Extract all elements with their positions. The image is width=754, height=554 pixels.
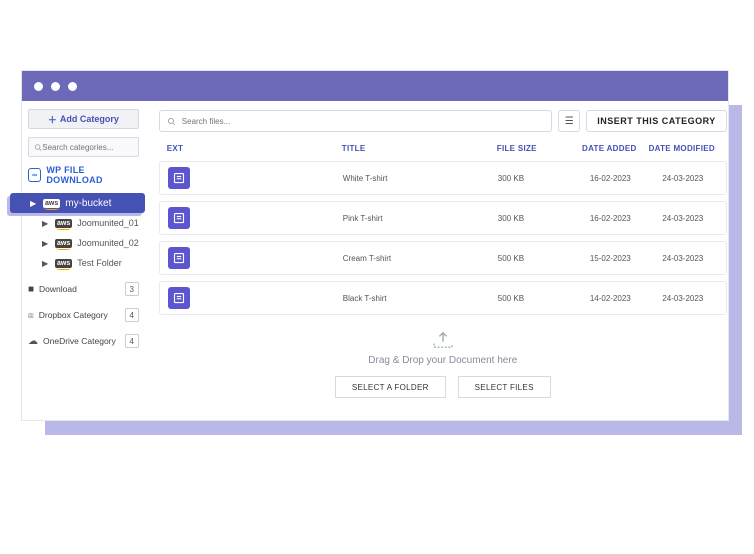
count-badge: 3: [125, 282, 139, 296]
search-categories-field[interactable]: [42, 143, 133, 152]
search-files-container[interactable]: [159, 110, 552, 132]
sidebar-item-label: Dropbox Category: [39, 310, 108, 320]
sidebar-item-label: Download: [39, 284, 77, 294]
search-icon: [34, 143, 42, 152]
sidebar-item-dropbox[interactable]: ⧈ Dropbox Category 4: [28, 305, 139, 325]
sidebar-item-label: my-bucket: [65, 198, 111, 209]
insert-category-button[interactable]: INSERT THIS CATEGORY: [586, 110, 727, 132]
cell-title: Black T-shirt: [343, 294, 498, 303]
table-header: EXT TITLE FILE SIZE DATE ADDED DATE MODI…: [159, 144, 727, 153]
dropzone[interactable]: Drag & Drop your Document here SELECT A …: [159, 321, 727, 402]
sidebar-item-onedrive[interactable]: ☁ OneDrive Category 4: [28, 331, 139, 351]
sidebar-subtree: ▶ aws Joomunited_01 ▶ aws Joomunited_02 …: [28, 213, 139, 273]
select-folder-button[interactable]: SELECT A FOLDER: [335, 376, 446, 398]
table-row[interactable]: Pink T-shirt300 KB16-02-202324-03-2023: [159, 201, 727, 235]
sliders-icon: ☰: [565, 116, 574, 127]
col-added-header[interactable]: DATE ADDED: [572, 144, 647, 153]
count-badge: 4: [125, 308, 139, 322]
toolbar: ☰ INSERT THIS CATEGORY: [159, 110, 727, 132]
main-panel: ☰ INSERT THIS CATEGORY EXT TITLE FILE SI…: [145, 101, 741, 420]
file-icon: [168, 207, 190, 229]
table-row[interactable]: Black T-shirt500 KB14-02-202324-03-2023: [159, 281, 727, 315]
file-icon: [168, 287, 190, 309]
chevron-right-icon: ▶: [42, 239, 50, 248]
cell-title: Cream T-shirt: [343, 254, 498, 263]
cell-title: White T-shirt: [343, 174, 498, 183]
col-title-header[interactable]: TITLE: [342, 144, 497, 153]
cell-modified: 24-03-2023: [648, 294, 718, 303]
table-body: White T-shirt300 KB16-02-202324-03-2023P…: [159, 161, 727, 315]
table-row[interactable]: Cream T-shirt500 KB15-02-202324-03-2023: [159, 241, 727, 275]
cell-added: 16-02-2023: [573, 174, 648, 183]
cell-modified: 24-03-2023: [648, 214, 718, 223]
wp-title-label: WP FILE DOWNLOAD: [46, 165, 138, 185]
aws-icon: aws: [43, 199, 60, 208]
search-files-input[interactable]: [182, 117, 544, 126]
cell-size: 300 KB: [498, 174, 573, 183]
chevron-right-icon: ▶: [42, 219, 50, 228]
cell-added: 15-02-2023: [573, 254, 648, 263]
add-category-label: Add Category: [60, 114, 119, 124]
col-ext-header[interactable]: EXT: [167, 144, 342, 153]
col-modified-header[interactable]: DATE MODIFIED: [647, 144, 717, 153]
upload-icon: [159, 331, 727, 349]
cell-size: 300 KB: [498, 214, 573, 223]
sidebar-item-download[interactable]: ■ Download 3: [28, 279, 139, 299]
sidebar-item-label: Joomunited_01: [77, 218, 139, 228]
sidebar-item-my-bucket[interactable]: ▶ aws my-bucket: [10, 193, 145, 213]
wp-file-download-header[interactable]: ∞ WP FILE DOWNLOAD: [28, 163, 139, 187]
add-category-button[interactable]: ＋ Add Category: [28, 109, 139, 129]
plus-icon: ＋: [48, 113, 57, 126]
window-titlebar: [22, 71, 728, 101]
folder-icon: ■: [28, 284, 34, 295]
aws-icon: aws: [55, 239, 72, 248]
sidebar-item-joomunited-01[interactable]: ▶ aws Joomunited_01: [28, 213, 139, 233]
app-window: ＋ Add Category ∞ WP FILE DOWNLOAD ▶ aws …: [21, 70, 729, 421]
sidebar: ＋ Add Category ∞ WP FILE DOWNLOAD ▶ aws …: [22, 101, 145, 420]
window-dot[interactable]: [68, 82, 77, 91]
count-badge: 4: [125, 334, 139, 348]
aws-icon: aws: [55, 219, 72, 228]
wp-logo-icon: ∞: [28, 168, 41, 182]
cloud-icon: ☁: [28, 336, 38, 347]
sidebar-item-label: OneDrive Category: [43, 336, 116, 346]
sidebar-item-test-folder[interactable]: ▶ aws Test Folder: [28, 253, 139, 273]
select-files-button[interactable]: SELECT FILES: [458, 376, 551, 398]
cell-size: 500 KB: [498, 254, 573, 263]
cell-added: 16-02-2023: [573, 214, 648, 223]
table-row[interactable]: White T-shirt300 KB16-02-202324-03-2023: [159, 161, 727, 195]
chevron-right-icon: ▶: [30, 199, 38, 208]
search-categories-input[interactable]: [28, 137, 139, 157]
cell-modified: 24-03-2023: [648, 174, 718, 183]
file-icon: [168, 247, 190, 269]
chevron-right-icon: ▶: [42, 259, 50, 268]
window-dot[interactable]: [34, 82, 43, 91]
sidebar-item-label: Test Folder: [77, 258, 122, 268]
sidebar-item-label: Joomunited_02: [77, 238, 139, 248]
cell-size: 500 KB: [498, 294, 573, 303]
col-size-header[interactable]: FILE SIZE: [497, 144, 572, 153]
cell-modified: 24-03-2023: [648, 254, 718, 263]
aws-icon: aws: [55, 259, 72, 268]
cell-title: Pink T-shirt: [343, 214, 498, 223]
sidebar-item-joomunited-02[interactable]: ▶ aws Joomunited_02: [28, 233, 139, 253]
window-dot[interactable]: [51, 82, 60, 91]
filter-button[interactable]: ☰: [558, 110, 580, 132]
cell-added: 14-02-2023: [573, 294, 648, 303]
dropbox-icon: ⧈: [28, 310, 34, 321]
dropzone-text: Drag & Drop your Document here: [159, 355, 727, 366]
search-icon: [167, 117, 176, 126]
file-icon: [168, 167, 190, 189]
